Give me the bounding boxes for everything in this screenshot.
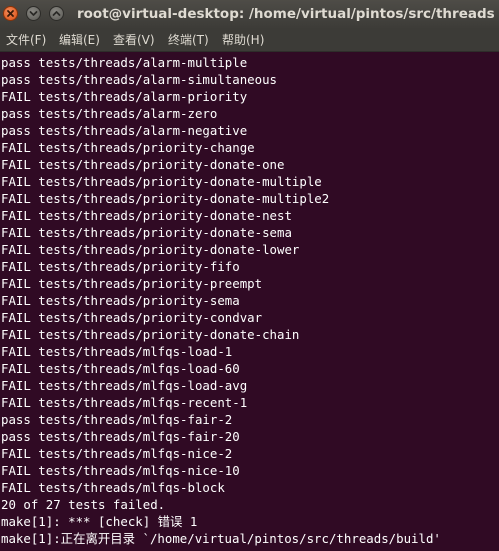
menu-view[interactable]: 查看(V) (113, 32, 155, 48)
menu-help[interactable]: 帮助(H) (222, 32, 264, 48)
terminal-line: FAIL tests/threads/mlfqs-load-1 (1, 344, 233, 359)
terminal-line: FAIL tests/threads/alarm-priority (1, 89, 248, 104)
terminal-line: pass tests/threads/alarm-multiple (1, 55, 248, 70)
terminal-line: FAIL tests/threads/priority-fifo (1, 259, 240, 274)
terminal-line: FAIL tests/threads/priority-donate-lower (1, 242, 300, 257)
terminal-line: FAIL tests/threads/mlfqs-nice-10 (1, 463, 240, 478)
terminal-line: pass tests/threads/mlfqs-fair-2 (1, 412, 233, 427)
terminal-line: FAIL tests/threads/mlfqs-load-60 (1, 361, 240, 376)
maximize-button[interactable] (49, 6, 64, 21)
terminal-output[interactable]: pass tests/threads/alarm-multiple pass t… (0, 54, 499, 551)
terminal-line: pass tests/threads/alarm-negative (1, 123, 248, 138)
chevron-down-icon (29, 11, 38, 16)
terminal-leave-dir-line: make[1]:正在离开目录 `/home/virtual/pintos/src… (1, 531, 441, 546)
menu-edit[interactable]: 编辑(E) (59, 32, 100, 48)
terminal-line: FAIL tests/threads/mlfqs-block (1, 480, 225, 495)
terminal-line: FAIL tests/threads/priority-donate-one (1, 157, 285, 172)
chevron-up-icon (52, 11, 61, 16)
terminal-line: pass tests/threads/alarm-simultaneous (1, 72, 278, 87)
terminal-line: FAIL tests/threads/priority-donate-chain (1, 327, 300, 342)
close-icon (7, 10, 14, 17)
minimize-button[interactable] (26, 6, 41, 21)
close-button[interactable] (3, 6, 18, 21)
menu-bar: 文件(F) 编辑(E) 查看(V) 终端(T) 帮助(H) (0, 29, 499, 52)
terminal-line: FAIL tests/threads/priority-condvar (1, 310, 263, 325)
menu-terminal[interactable]: 终端(T) (168, 32, 209, 48)
terminal-window: root@virtual-desktop: /home/virtual/pint… (0, 0, 499, 551)
terminal-line: FAIL tests/threads/priority-donate-nest (1, 208, 292, 223)
terminal-line: FAIL tests/threads/priority-sema (1, 293, 240, 308)
window-title: root@virtual-desktop: /home/virtual/pint… (77, 6, 495, 22)
terminal-line: pass tests/threads/mlfqs-fair-20 (1, 429, 240, 444)
terminal-line: FAIL tests/threads/priority-preempt (1, 276, 263, 291)
terminal-line: FAIL tests/threads/priority-donate-multi… (1, 174, 322, 189)
terminal-line: FAIL tests/threads/mlfqs-nice-2 (1, 446, 233, 461)
terminal-line: pass tests/threads/alarm-zero (1, 106, 218, 121)
menu-file[interactable]: 文件(F) (6, 32, 46, 48)
terminal-line: FAIL tests/threads/mlfqs-load-avg (1, 378, 248, 393)
terminal-line: FAIL tests/threads/priority-donate-multi… (1, 191, 330, 206)
terminal-line: FAIL tests/threads/mlfqs-recent-1 (1, 395, 248, 410)
terminal-line: FAIL tests/threads/priority-donate-sema (1, 225, 292, 240)
terminal-line: FAIL tests/threads/priority-change (1, 140, 255, 155)
title-bar[interactable]: root@virtual-desktop: /home/virtual/pint… (0, 0, 499, 29)
terminal-summary-line: 20 of 27 tests failed. (1, 497, 166, 512)
terminal-error-line: make[1]: *** [check] 错误 1 (1, 514, 198, 529)
